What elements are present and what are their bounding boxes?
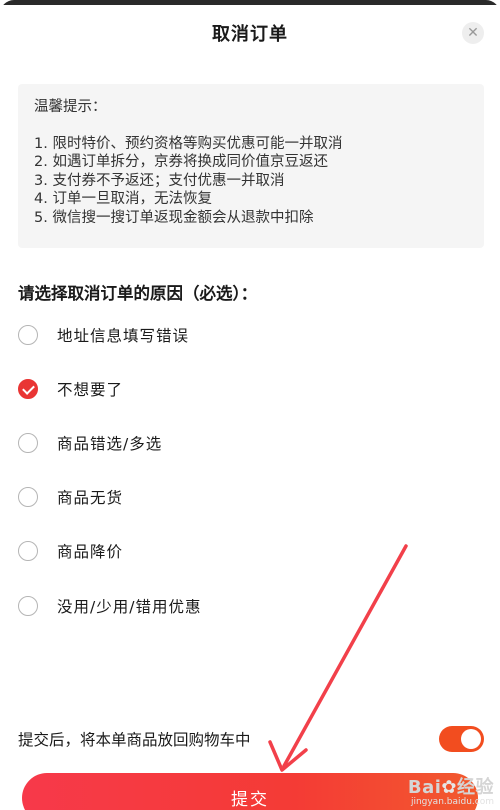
reason-label: 商品错选/多选 [57, 435, 163, 453]
toggle-knob [461, 729, 481, 749]
tips-list: 1. 限时特价、预约资格等购买优惠可能一并取消 2. 如遇订单拆分，京券将换成同… [34, 135, 468, 228]
return-to-cart-toggle[interactable] [439, 726, 484, 752]
return-to-cart-label: 提交后，将本单商品放回购物车中 [18, 731, 251, 749]
reason-label: 商品降价 [57, 543, 124, 561]
dialog-title: 取消订单 [212, 23, 288, 45]
reason-option[interactable]: 不想要了 [18, 371, 478, 407]
reason-label: 地址信息填写错误 [57, 327, 190, 345]
reason-option[interactable]: 没用/少用/错用优惠 [18, 588, 478, 624]
reason-label: 不想要了 [57, 381, 124, 399]
radio-icon[interactable] [18, 379, 38, 399]
radio-icon[interactable] [18, 433, 38, 453]
reason-option[interactable]: 地址信息填写错误 [18, 317, 478, 353]
tips-box: 温馨提示： 1. 限时特价、预约资格等购买优惠可能一并取消 2. 如遇订单拆分，… [18, 84, 484, 248]
radio-icon[interactable] [18, 596, 38, 616]
submit-label: 提交 [231, 790, 269, 810]
tips-heading: 温馨提示： [34, 99, 107, 115]
radio-icon[interactable] [18, 325, 38, 345]
radio-icon[interactable] [18, 541, 38, 561]
tip-item: 4. 订单一旦取消，无法恢复 [34, 191, 212, 207]
reason-option[interactable]: 商品降价 [18, 533, 478, 569]
radio-icon[interactable] [18, 487, 38, 507]
tip-item: 2. 如遇订单拆分，京券将换成同价值京豆返还 [34, 154, 328, 170]
close-icon: ✕ [467, 25, 479, 41]
cancel-order-sheet: 取消订单 ✕ 温馨提示： 1. 限时特价、预约资格等购买优惠可能一并取消 2. … [0, 0, 500, 810]
reason-label: 商品无货 [57, 489, 124, 507]
tip-item: 3. 支付券不予返还；支付优惠一并取消 [34, 172, 285, 189]
tip-item: 1. 限时特价、预约资格等购买优惠可能一并取消 [34, 135, 343, 152]
close-button[interactable]: ✕ [462, 22, 484, 44]
reason-option[interactable]: 商品无货 [18, 479, 478, 515]
reason-option[interactable]: 商品错选/多选 [18, 425, 478, 461]
dialog-header: 取消订单 ✕ [0, 5, 500, 60]
reasons-heading: 请选择取消订单的原因（必选）： [18, 284, 258, 303]
submit-button[interactable]: 提交 [22, 773, 478, 810]
reason-label: 没用/少用/错用优惠 [57, 598, 202, 616]
tip-item: 5. 微信搜一搜订单返现金额会从退款中扣除 [34, 209, 314, 226]
return-to-cart-row: 提交后，将本单商品放回购物车中 [18, 722, 484, 756]
